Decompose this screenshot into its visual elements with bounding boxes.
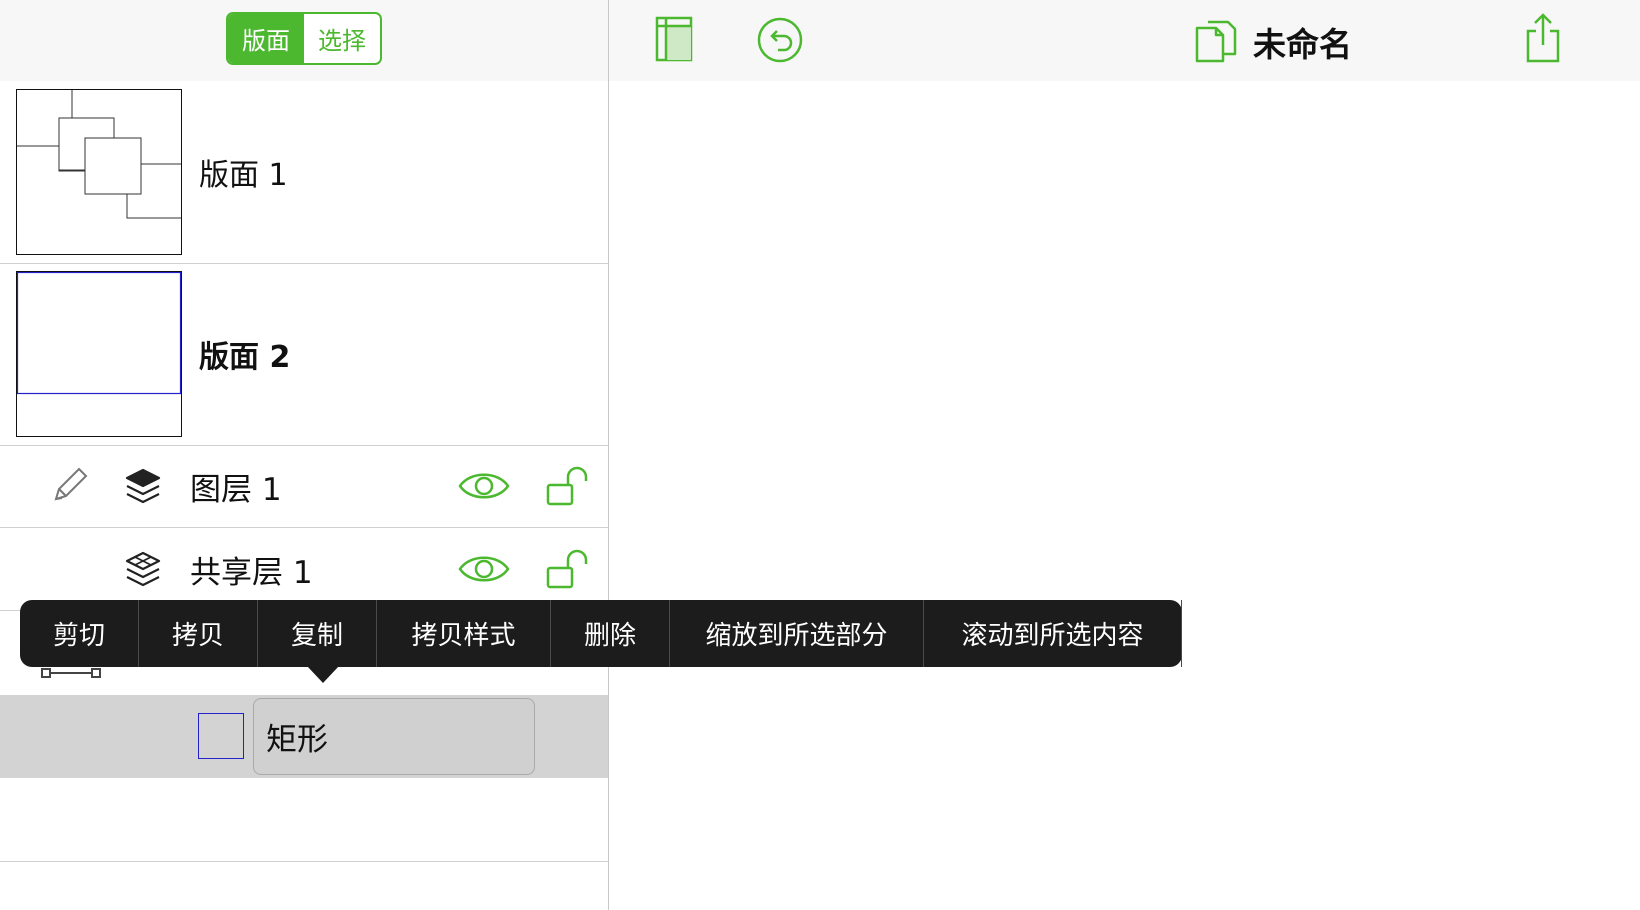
- context-menu: 剪切 拷贝 复制 拷贝样式 删除 缩放到所选部分 滚动到所选内容: [20, 600, 1182, 683]
- layers-icon: [124, 467, 162, 509]
- sidebar: 版面 选择 版面 1 版面 2 图层 1 共享层 1 矩形: [0, 0, 609, 910]
- object-name-field[interactable]: 矩形: [253, 698, 535, 775]
- rectangle-shape-icon: [198, 713, 244, 759]
- menu-item-copy-style[interactable]: 拷贝样式: [377, 600, 551, 667]
- empty-row: [0, 778, 608, 862]
- canvas-thumbnail-2: [16, 271, 182, 437]
- sidebar-toggle-icon[interactable]: [655, 16, 693, 66]
- main-toolbar: [609, 0, 1640, 81]
- select-segment[interactable]: 选择: [304, 14, 380, 63]
- canvas-row-1[interactable]: 版面 1: [0, 81, 608, 264]
- menu-item-zoom-to-selection[interactable]: 缩放到所选部分: [670, 600, 924, 667]
- eye-icon[interactable]: [458, 467, 510, 509]
- menu-pointer-arrow: [307, 666, 339, 683]
- canvas-thumbnail-1: [16, 89, 182, 255]
- menu-item-copy[interactable]: 拷贝: [139, 600, 258, 667]
- undo-icon[interactable]: [756, 16, 804, 68]
- menu-item-delete[interactable]: 删除: [551, 600, 670, 667]
- canvas-label-2: 版面 2: [199, 340, 291, 375]
- canvases-segment[interactable]: 版面: [228, 14, 304, 63]
- share-icon[interactable]: [1525, 12, 1561, 68]
- menu-item-scroll-to-selection[interactable]: 滚动到所选内容: [924, 600, 1182, 667]
- sidebar-toolbar: 版面 选择: [0, 0, 608, 81]
- layers-icon: [124, 550, 162, 592]
- mode-segmented-control: 版面 选择: [226, 12, 382, 65]
- selected-object-row[interactable]: 矩形: [0, 695, 608, 778]
- menu-item-duplicate[interactable]: 复制: [258, 600, 377, 667]
- canvas-label-1: 版面 1: [199, 158, 288, 193]
- unlock-icon[interactable]: [546, 465, 590, 511]
- drawing-canvas[interactable]: [609, 81, 1640, 910]
- layer-label-2: 共享层 1: [190, 554, 313, 591]
- canvas-thumbnail-drawing: [17, 90, 181, 219]
- layer-label-1: 图层 1: [190, 471, 282, 508]
- document-title[interactable]: 未命名: [1253, 18, 1352, 66]
- unlock-icon[interactable]: [546, 548, 590, 594]
- menu-item-cut[interactable]: 剪切: [20, 600, 139, 667]
- canvas-row-2[interactable]: 版面 2: [0, 263, 608, 446]
- pencil-icon[interactable]: [50, 465, 88, 509]
- eye-icon[interactable]: [458, 550, 510, 592]
- layer-row-1[interactable]: 图层 1: [0, 445, 608, 528]
- canvas-thumbnail-drawing: [16, 271, 182, 395]
- documents-icon[interactable]: [1194, 16, 1238, 68]
- layer-row-2[interactable]: 共享层 1: [0, 528, 608, 611]
